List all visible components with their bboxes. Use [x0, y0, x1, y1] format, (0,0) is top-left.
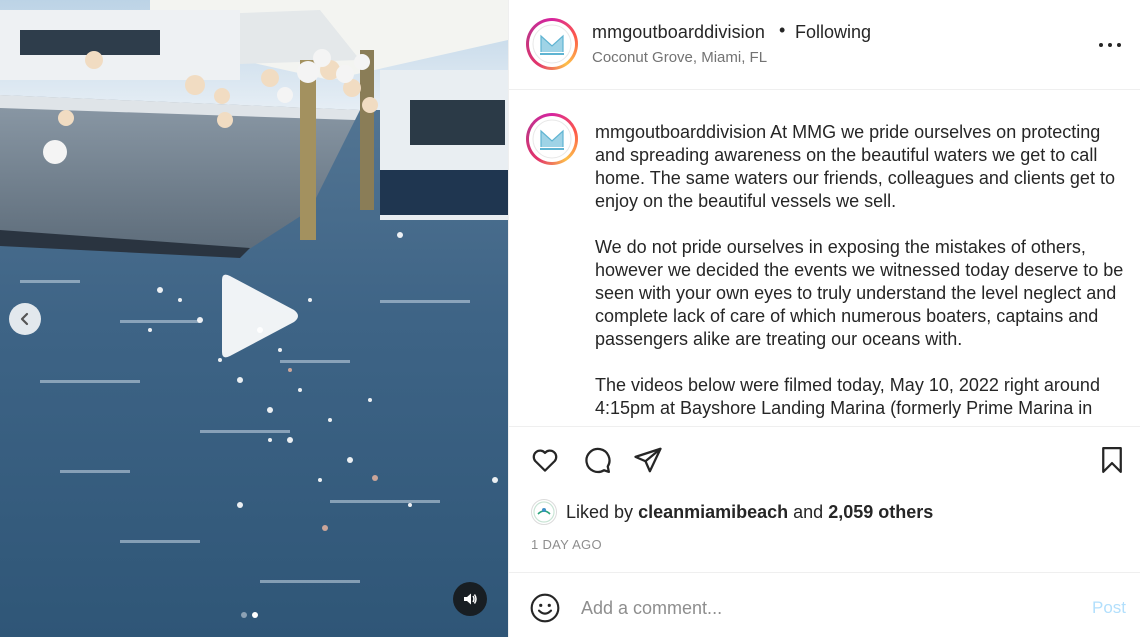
comment-input[interactable] — [581, 595, 1061, 621]
post-media[interactable] — [0, 0, 508, 637]
speaker-icon — [464, 593, 477, 605]
post-username[interactable]: mmgoutboarddivision — [592, 22, 765, 43]
brand-logo-icon — [532, 24, 572, 64]
comment-bar: Post — [509, 572, 1140, 637]
previous-slide-button[interactable] — [9, 303, 41, 335]
chevron-left-icon — [20, 312, 29, 326]
audio-toggle-button[interactable] — [453, 582, 487, 616]
caption-section: mmgoutboarddivision At MMG we pride ours… — [509, 91, 1140, 427]
liker-logo-icon — [533, 501, 555, 523]
caption-avatar[interactable] — [526, 113, 578, 165]
header-separator: • — [779, 20, 786, 40]
following-button[interactable]: Following — [795, 22, 871, 43]
slide-indicator — [241, 612, 258, 618]
liked-by-label: Liked by — [566, 501, 634, 522]
post-comment-button[interactable]: Post — [1092, 598, 1126, 618]
emoji-icon[interactable] — [529, 592, 561, 624]
avatar[interactable] — [526, 18, 578, 70]
slide-dot-active — [252, 612, 258, 618]
liker-username[interactable]: cleanmiamibeach — [638, 502, 788, 523]
caption-paragraph: The videos below were filmed today, May … — [595, 375, 1100, 418]
brand-logo-icon — [532, 119, 572, 159]
caption-username[interactable]: mmgoutboarddivision — [595, 122, 766, 142]
post-timestamp[interactable]: 1 DAY AGO — [531, 537, 602, 552]
slide-dot — [241, 612, 247, 618]
likes-count-link[interactable]: 2,059 others — [828, 502, 933, 523]
liker-avatar[interactable] — [531, 499, 557, 525]
caption-paragraph: We do not pride ourselves in exposing th… — [595, 237, 1124, 349]
likes-conjunction: and — [793, 501, 824, 522]
play-icon[interactable] — [200, 266, 310, 366]
comment-icon[interactable] — [581, 444, 613, 476]
post-details-panel: mmgoutboarddivision • Following Coconut … — [508, 0, 1140, 637]
heart-icon[interactable] — [529, 444, 561, 476]
likes-summary: Liked by cleanmiamibeach and 2,059 other… — [531, 498, 933, 526]
bookmark-icon[interactable] — [1096, 444, 1128, 476]
action-bar — [509, 438, 1140, 482]
caption-text: mmgoutboarddivision At MMG we pride ours… — [595, 121, 1125, 426]
post-header: mmgoutboarddivision • Following Coconut … — [509, 0, 1140, 90]
more-options-icon[interactable] — [1099, 30, 1121, 60]
paper-plane-icon[interactable] — [632, 444, 664, 476]
location-link[interactable]: Coconut Grove, Miami, FL — [592, 49, 767, 66]
